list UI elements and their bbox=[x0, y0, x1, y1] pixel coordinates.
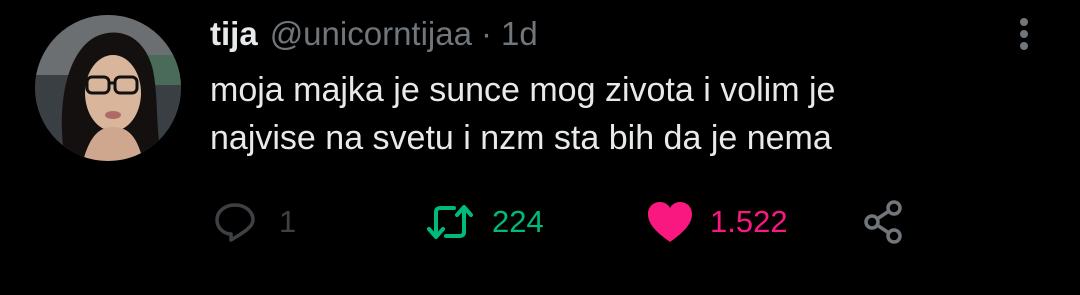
more-vertical-icon bbox=[1020, 18, 1028, 50]
retweet-icon bbox=[427, 205, 473, 239]
like-button[interactable]: 1.522 bbox=[646, 196, 788, 248]
retweet-count: 224 bbox=[492, 204, 544, 239]
timestamp[interactable]: 1d bbox=[501, 14, 538, 54]
tweet-text: moja majka je sunce mog zivota i volim j… bbox=[210, 66, 1030, 162]
heart-icon bbox=[648, 202, 692, 242]
tweet-text-line: najvise na svetu i nzm sta bih da je nem… bbox=[210, 119, 832, 157]
share-icon bbox=[864, 200, 902, 244]
user-handle[interactable]: @unicorntijaa bbox=[270, 14, 472, 54]
reply-button[interactable]: 1 bbox=[213, 196, 296, 248]
avatar[interactable] bbox=[35, 15, 181, 161]
tweet[interactable]: tija @unicorntijaa · 1d moja majka je su… bbox=[0, 0, 1080, 295]
retweet-button[interactable]: 224 bbox=[426, 196, 544, 248]
share-button[interactable] bbox=[861, 196, 907, 248]
tweet-header: tija @unicorntijaa · 1d bbox=[210, 14, 538, 54]
more-options-button[interactable] bbox=[1010, 16, 1038, 52]
display-name[interactable]: tija bbox=[210, 14, 258, 54]
reply-count: 1 bbox=[279, 204, 297, 239]
action-bar: 1 224 1.522 bbox=[0, 196, 1080, 248]
reply-icon bbox=[215, 203, 255, 242]
profile-photo-icon bbox=[35, 15, 181, 161]
header-separator: · bbox=[480, 15, 492, 52]
like-count: 1.522 bbox=[710, 204, 788, 239]
tweet-text-line: moja majka je sunce mog zivota i volim j… bbox=[210, 71, 836, 109]
